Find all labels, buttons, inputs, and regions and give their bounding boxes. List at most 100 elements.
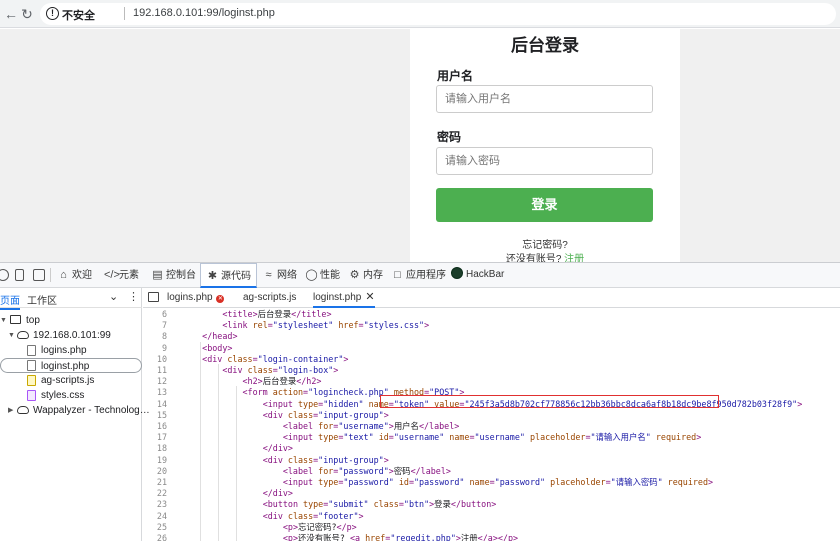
- browser-toolbar: ← ↻ ! 不安全 192.168.0.101:99/loginst.php: [0, 0, 840, 28]
- password-label: 密码: [437, 130, 462, 144]
- code-line[interactable]: 23 <button type="submit" class="btn">登录<…: [143, 499, 840, 510]
- tab-workspace[interactable]: 工作区: [27, 292, 57, 307]
- reload-icon[interactable]: ↻: [18, 5, 36, 23]
- editor-tab-logins[interactable]: logins.php ✕: [167, 288, 225, 308]
- tab-application[interactable]: □ 应用程序: [391, 263, 446, 287]
- code-line[interactable]: 17 <input type="text" id="username" name…: [143, 432, 840, 443]
- forgot-password-link[interactable]: 忘记密码?: [410, 236, 680, 251]
- line-number[interactable]: 7: [143, 320, 167, 331]
- tab-console[interactable]: ▤ 控制台: [151, 263, 196, 287]
- code-line[interactable]: 16 <label for="username">用户名</label>: [143, 421, 840, 432]
- close-icon[interactable]: ✕: [365, 291, 374, 303]
- dock-icon[interactable]: [33, 269, 45, 281]
- tab-hackbar[interactable]: HackBar: [451, 263, 504, 287]
- code-text: <input type="password" id="password" nam…: [282, 477, 714, 487]
- register-link[interactable]: 注册: [564, 254, 584, 262]
- tab-sources[interactable]: ✱ 源代码: [200, 263, 257, 288]
- code-line[interactable]: 22 </div>: [143, 488, 840, 499]
- device-icon[interactable]: [15, 269, 24, 281]
- line-number[interactable]: 19: [143, 455, 167, 466]
- tab-welcome[interactable]: ⌂ 欢迎: [57, 263, 92, 287]
- line-number[interactable]: 15: [143, 410, 167, 421]
- tree-item-top[interactable]: ▼ top: [0, 313, 142, 328]
- line-number[interactable]: 11: [143, 365, 167, 376]
- password-input[interactable]: [436, 147, 653, 175]
- tree-item-file[interactable]: logins.php: [0, 343, 142, 358]
- tree-item-origin[interactable]: ▼ 192.168.0.101:99: [0, 328, 142, 343]
- login-title: 后台登录: [511, 36, 579, 55]
- tree-item-css[interactable]: styles.css: [0, 388, 142, 403]
- register-row: 还没有账号? 注册: [410, 250, 680, 262]
- username-input[interactable]: [436, 85, 653, 113]
- code-line[interactable]: 15 <div class="input-group">: [143, 410, 840, 421]
- line-number[interactable]: 24: [143, 511, 167, 522]
- line-number[interactable]: 12: [143, 376, 167, 387]
- line-number[interactable]: 20: [143, 466, 167, 477]
- code-line[interactable]: 24 <div class="footer">: [143, 511, 840, 522]
- devtools-panel: ⌂ 欢迎 </>元素 ▤ 控制台 ✱ 源代码 ≈ 网络 ◯ 性能 ⚙ 内存 □ 应用程序 Ha…: [0, 262, 840, 541]
- security-label[interactable]: 不安全: [62, 7, 95, 23]
- line-number[interactable]: 22: [143, 488, 167, 499]
- url-divider: [124, 7, 125, 20]
- elements-icon: </>: [104, 269, 120, 281]
- line-number[interactable]: 10: [143, 354, 167, 365]
- line-number[interactable]: 14: [143, 399, 167, 410]
- line-number[interactable]: 9: [143, 343, 167, 354]
- editor-tab-loginst[interactable]: loginst.php ✕: [313, 288, 375, 308]
- code-line[interactable]: 10 <div class="login-container">: [143, 354, 840, 365]
- more-options-icon[interactable]: ⋮: [128, 290, 139, 303]
- tab-network[interactable]: ≈ 网络: [262, 263, 297, 287]
- home-icon: ⌂: [60, 269, 67, 281]
- sidebar-toggle-icon[interactable]: [148, 292, 159, 302]
- code-line[interactable]: 18 </div>: [143, 443, 840, 454]
- code-editor[interactable]: 6 <title>后台登录</title> 7 <link rel="styles…: [143, 309, 840, 541]
- tree-item-extension[interactable]: ▶ Wappalyzer - Technolog…: [0, 403, 150, 418]
- editor-tab-ag-scripts[interactable]: ag-scripts.js: [243, 288, 296, 308]
- page-viewport: 后台登录 用户名 密码 登录 忘记密码? 还没有账号? 注册: [0, 29, 840, 262]
- chevron-down-icon[interactable]: ⌄: [109, 290, 118, 303]
- code-line[interactable]: 26 <p>还没有账号? <a href="regedit.php">注册</a…: [143, 533, 840, 541]
- tree-item-js[interactable]: ag-scripts.js: [0, 373, 142, 388]
- css-file-icon: [27, 390, 36, 401]
- application-icon: □: [394, 269, 401, 281]
- code-line[interactable]: 19 <div class="input-group">: [143, 455, 840, 466]
- frame-icon: [10, 315, 21, 324]
- url-text[interactable]: 192.168.0.101:99/loginst.php: [133, 7, 275, 19]
- address-bar[interactable]: ! 不安全 192.168.0.101:99/loginst.php: [40, 3, 836, 25]
- inspect-icon[interactable]: [0, 269, 9, 281]
- code-text: <div class="footer">: [262, 510, 364, 521]
- line-number[interactable]: 6: [143, 309, 167, 320]
- line-number[interactable]: 16: [143, 421, 167, 432]
- network-icon: ≈: [265, 269, 272, 281]
- code-line[interactable]: 11 <div class="login-box">: [143, 365, 840, 376]
- line-number[interactable]: 25: [143, 522, 167, 533]
- code-text: <div class="login-container">: [202, 353, 349, 364]
- tree-item-file-selected[interactable]: loginst.php: [0, 358, 142, 373]
- line-number[interactable]: 23: [143, 499, 167, 510]
- code-line[interactable]: 6 <title>后台登录</title>: [143, 309, 840, 320]
- line-number[interactable]: 18: [143, 443, 167, 454]
- code-text: </div>: [262, 443, 293, 454]
- tab-page[interactable]: 页面: [0, 292, 20, 310]
- code-line[interactable]: 25 <p>忘记密码?</p>: [143, 522, 840, 533]
- tab-elements[interactable]: </>元素: [104, 263, 139, 287]
- code-line[interactable]: 7 <link rel="stylesheet" href="styles.cs…: [143, 320, 840, 331]
- line-number[interactable]: 17: [143, 432, 167, 443]
- line-number[interactable]: 8: [143, 331, 167, 342]
- code-line[interactable]: 21 <input type="password" id="password" …: [143, 477, 840, 488]
- warning-icon[interactable]: !: [46, 7, 59, 20]
- line-number[interactable]: 26: [143, 533, 167, 541]
- code-line[interactable]: 20 <label for="password">密码</label>: [143, 466, 840, 477]
- login-button[interactable]: 登录: [436, 188, 653, 222]
- js-file-icon: [27, 375, 36, 386]
- bug-icon: ✱: [207, 270, 218, 282]
- code-line[interactable]: 12 <h2>后台登录</h2>: [143, 376, 840, 387]
- code-text: <div class="input-group">: [262, 409, 389, 420]
- code-line[interactable]: 8 </head>: [143, 331, 840, 342]
- code-line[interactable]: 9 <body>: [143, 343, 840, 354]
- tab-memory[interactable]: ⚙ 内存: [348, 263, 383, 287]
- line-number[interactable]: 21: [143, 477, 167, 488]
- line-number[interactable]: 13: [143, 387, 167, 398]
- tab-performance[interactable]: ◯ 性能: [305, 263, 340, 287]
- expand-arrow-icon: ▼: [0, 317, 7, 324]
